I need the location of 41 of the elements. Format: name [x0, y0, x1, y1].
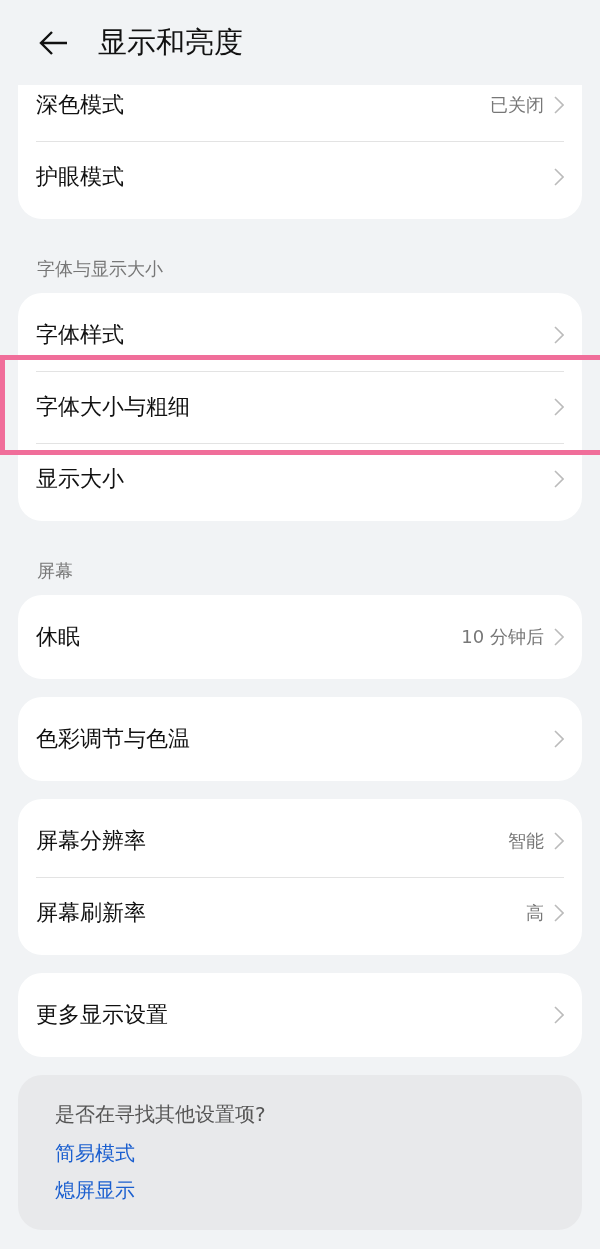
chevron-icon [554, 730, 564, 748]
row-label: 显示大小 [36, 465, 125, 493]
chevron-icon [554, 904, 564, 922]
chevron-icon [554, 168, 564, 186]
settings-row[interactable]: 屏幕刷新率 高 [18, 877, 582, 949]
row-label: 更多显示设置 [36, 1001, 169, 1029]
row-value: 高 [526, 901, 544, 925]
suggestion-link[interactable]: 简易模式 [55, 1140, 564, 1167]
chevron-icon [554, 832, 564, 850]
settings-row[interactable]: 屏幕分辨率 智能 [18, 805, 582, 877]
row-label: 屏幕刷新率 [36, 899, 147, 927]
row-label: 字体大小与粗细 [36, 393, 191, 421]
chevron-icon [554, 96, 564, 114]
settings-row[interactable]: 更多显示设置 [18, 979, 582, 1051]
row-value: 已关闭 [490, 93, 544, 117]
suggestion-title: 是否在寻找其他设置项? [55, 1101, 267, 1128]
row-value: 智能 [508, 829, 544, 853]
row-label: 色彩调节与色温 [36, 725, 191, 753]
chevron-icon [554, 326, 564, 344]
row-label: 屏幕分辨率 [36, 827, 147, 855]
settings-row[interactable]: 护眼模式 [18, 141, 582, 213]
settings-row[interactable]: 字体大小与粗细 [18, 371, 582, 443]
section-header: 屏幕 [36, 559, 74, 583]
suggestion-link[interactable]: 熄屏显示 [55, 1177, 564, 1204]
settings-row[interactable]: 深色模式 已关闭 [18, 85, 582, 141]
chevron-icon [554, 470, 564, 488]
page-title: 显示和亮度 [98, 23, 243, 61]
back-icon[interactable] [38, 29, 68, 56]
row-label: 休眠 [36, 623, 81, 651]
settings-row[interactable]: 显示大小 [18, 443, 582, 515]
chevron-icon [554, 1006, 564, 1024]
chevron-icon [554, 398, 564, 416]
row-value: 10 分钟后 [461, 625, 544, 649]
chevron-icon [554, 628, 564, 646]
row-label: 深色模式 [36, 91, 125, 119]
row-label: 字体样式 [36, 321, 125, 349]
row-label: 护眼模式 [36, 163, 125, 191]
section-header: 字体与显示大小 [36, 257, 164, 281]
settings-row[interactable]: 字体样式 [18, 299, 582, 371]
settings-row[interactable]: 休眠 10 分钟后 [18, 601, 582, 673]
settings-row[interactable]: 色彩调节与色温 [18, 703, 582, 775]
